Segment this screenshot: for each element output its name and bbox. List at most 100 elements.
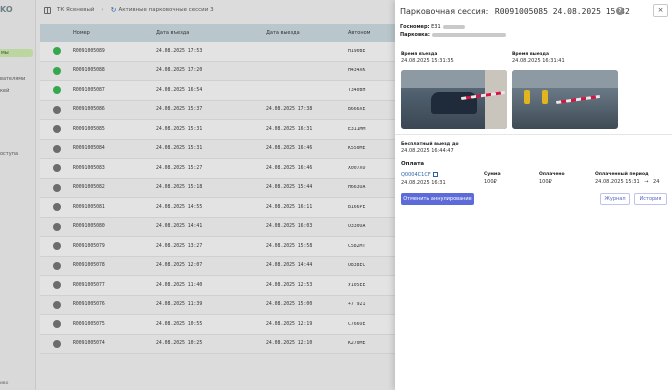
cell-number: R0091005076 xyxy=(73,302,105,308)
free-exit-time: 24.08.2025 16:44:47 xyxy=(401,148,454,154)
exit-camera-photo[interactable] xyxy=(512,70,618,129)
cell-exit-date: 24.08.2025 14:44 xyxy=(266,263,313,269)
cell-auto: Н663ОА xyxy=(348,185,366,191)
cell-entry-date: 24.08.2025 16:54 xyxy=(156,87,203,93)
table-row[interactable]: R0091005086 24.08.2025 15:37 24.08.2025 17… xyxy=(40,100,400,120)
cell-exit-date: 24.08.2025 17:38 xyxy=(266,107,313,113)
sidebar-item-keys[interactable]: кей xyxy=(0,88,9,94)
cell-exit-date: 24.08.2025 15:44 xyxy=(266,185,313,191)
cell-exit-date: 24.08.2025 16:46 xyxy=(266,146,313,152)
payment-id[interactable]: Q0004C1CF xyxy=(401,172,431,178)
cell-exit-date: 24.08.2025 16:31 xyxy=(266,126,313,132)
cancel-annulment-button[interactable]: Отменить аннулирование xyxy=(401,193,474,205)
payment-date: 24.08.2025 16:31 xyxy=(401,180,446,186)
paid-label: Оплачено xyxy=(539,172,565,177)
sidebar-footer[interactable]: иво xyxy=(0,381,8,386)
table-row[interactable]: R0091005080 24.08.2025 14:41 24.08.2025 16… xyxy=(40,217,400,237)
cell-number: R0091005083 xyxy=(73,165,105,171)
cell-entry-date: 24.08.2025 11:40 xyxy=(156,282,203,288)
cell-exit-date: 24.08.2025 16:03 xyxy=(266,224,313,230)
parking-label: Парковка: xyxy=(400,32,430,38)
table-row[interactable]: R0091005078 24.08.2025 12:07 24.08.2025 14… xyxy=(40,256,400,276)
cell-exit-date: 24.08.2025 16:11 xyxy=(266,204,313,210)
table-row[interactable]: R0091005087 24.08.2025 16:54 Т340ВН xyxy=(40,81,400,101)
table-row[interactable]: R0091005083 24.08.2025 15:27 24.08.2025 16… xyxy=(40,159,400,179)
breadcrumb-parking[interactable]: ТК Ясеневый xyxy=(57,7,94,13)
cell-entry-date: 24.08.2025 15:31 xyxy=(156,126,203,132)
sidebar-item-active[interactable]: мы xyxy=(0,49,33,57)
plate-value: Е31 xyxy=(431,24,441,30)
external-link-icon[interactable] xyxy=(432,172,438,177)
column-entry-date[interactable]: Дата въезда xyxy=(156,30,266,36)
table-row[interactable]: R0091005081 24.08.2025 14:55 24.08.2025 16… xyxy=(40,198,400,218)
sidebar-item-users[interactable]: вателями xyxy=(0,76,25,82)
exit-time: 24.08.2025 16:31:41 xyxy=(512,58,565,64)
parking-row: Парковка: xyxy=(400,32,506,38)
status-dot-icon xyxy=(52,105,61,114)
payment-link[interactable]: Q0004C1CF xyxy=(401,172,438,178)
app-logo: KO xyxy=(0,5,13,14)
cell-entry-date: 24.08.2025 10:25 xyxy=(156,341,203,347)
paid-period: 24.08.2025 15:31 → 24 xyxy=(595,179,659,185)
table-row[interactable]: R0091005085 24.08.2025 15:31 24.08.2025 16… xyxy=(40,120,400,140)
entry-time: 24.08.2025 15:31:35 xyxy=(401,58,454,64)
arrow-right-icon: → xyxy=(644,179,649,185)
sum-value: 100₽ xyxy=(484,179,497,185)
refresh-icon[interactable]: ↻ xyxy=(111,6,117,14)
cell-auto: К550МЕ xyxy=(348,146,366,152)
free-exit-label: Бесплатный выезд до xyxy=(401,142,459,147)
column-number[interactable]: Номер xyxy=(73,30,156,36)
blurred-plate xyxy=(442,24,465,29)
status-dot-icon xyxy=(52,47,61,56)
table-row[interactable]: R0091005079 24.08.2025 13:27 24.08.2025 15… xyxy=(40,237,400,257)
cell-number: R0091005082 xyxy=(73,185,105,191)
blurred-parking xyxy=(431,32,506,37)
cell-auto: С582МТ xyxy=(348,243,366,249)
status-dot-icon xyxy=(52,66,61,75)
panel-title-label: Парковочная сессия: xyxy=(400,7,489,16)
table-row[interactable]: R0091005084 24.08.2025 15:31 24.08.2025 16… xyxy=(40,139,400,159)
column-exit-date[interactable]: Дата выезда xyxy=(266,30,348,36)
table-row[interactable]: R0091005082 24.08.2025 15:18 24.08.2025 15… xyxy=(40,178,400,198)
status-dot-icon xyxy=(52,144,61,153)
table-row[interactable]: R0091005077 24.08.2025 11:40 24.08.2025 12… xyxy=(40,276,400,296)
entry-time-label: Время въезда xyxy=(401,52,438,57)
journal-button[interactable]: Журнал xyxy=(600,193,630,205)
status-dot-icon xyxy=(52,281,61,290)
cell-entry-date: 24.08.2025 15:31 xyxy=(156,146,203,152)
exit-time-label: Время выезда xyxy=(512,52,550,57)
cell-number: R0091005074 xyxy=(73,341,105,347)
status-dot-icon xyxy=(52,125,61,134)
cell-exit-date: 24.08.2025 12:10 xyxy=(266,341,313,347)
sidebar-toggle-icon[interactable] xyxy=(44,6,51,14)
status-dot-icon xyxy=(52,203,61,212)
table-row[interactable]: R0091005089 24.08.2025 17:53 Н190ВЕ xyxy=(40,42,400,62)
status-dot-icon xyxy=(52,339,61,348)
table-header: Номер Дата въезда Дата выезда Автоном xyxy=(40,24,400,42)
table-row[interactable]: R0091005076 24.08.2025 11:39 24.08.2025 15… xyxy=(40,295,400,315)
status-dot-icon xyxy=(52,183,61,192)
cell-number: R0091005085 xyxy=(73,126,105,132)
table-row[interactable]: R0091005074 24.08.2025 10:25 24.08.2025 12… xyxy=(40,334,400,354)
help-icon[interactable]: ? xyxy=(616,7,624,15)
cell-auto: К270МЕ xyxy=(348,341,366,347)
cell-auto: О330ОА xyxy=(348,224,366,230)
close-button[interactable]: × xyxy=(653,4,668,17)
column-auto[interactable]: Автоном xyxy=(348,30,400,36)
table-body: R0091005089 24.08.2025 17:53 Н190ВЕ R009100… xyxy=(40,42,400,354)
table-row[interactable]: R0091005088 24.08.2025 17:20 Н434ХК xyxy=(40,61,400,81)
cell-entry-date: 24.08.2025 15:18 xyxy=(156,185,203,191)
cell-number: R0091005088 xyxy=(73,68,105,74)
cell-auto: У105ЕЕ xyxy=(348,282,366,288)
session-id: R0091005085 24.08.2025 15:32 xyxy=(494,7,630,16)
status-dot-icon xyxy=(52,261,61,270)
cell-number: R0091005086 xyxy=(73,107,105,113)
table-row[interactable]: R0091005075 24.08.2025 10:55 24.08.2025 12… xyxy=(40,315,400,335)
history-button[interactable]: История xyxy=(634,193,667,205)
payment-label: Оплата xyxy=(401,161,425,167)
sidebar-item-access[interactable]: оступа xyxy=(0,151,18,157)
cell-number: R0091005077 xyxy=(73,282,105,288)
entry-camera-photo[interactable] xyxy=(401,70,507,129)
status-dot-icon xyxy=(52,300,61,309)
plate-label: Госномер: xyxy=(400,24,430,30)
